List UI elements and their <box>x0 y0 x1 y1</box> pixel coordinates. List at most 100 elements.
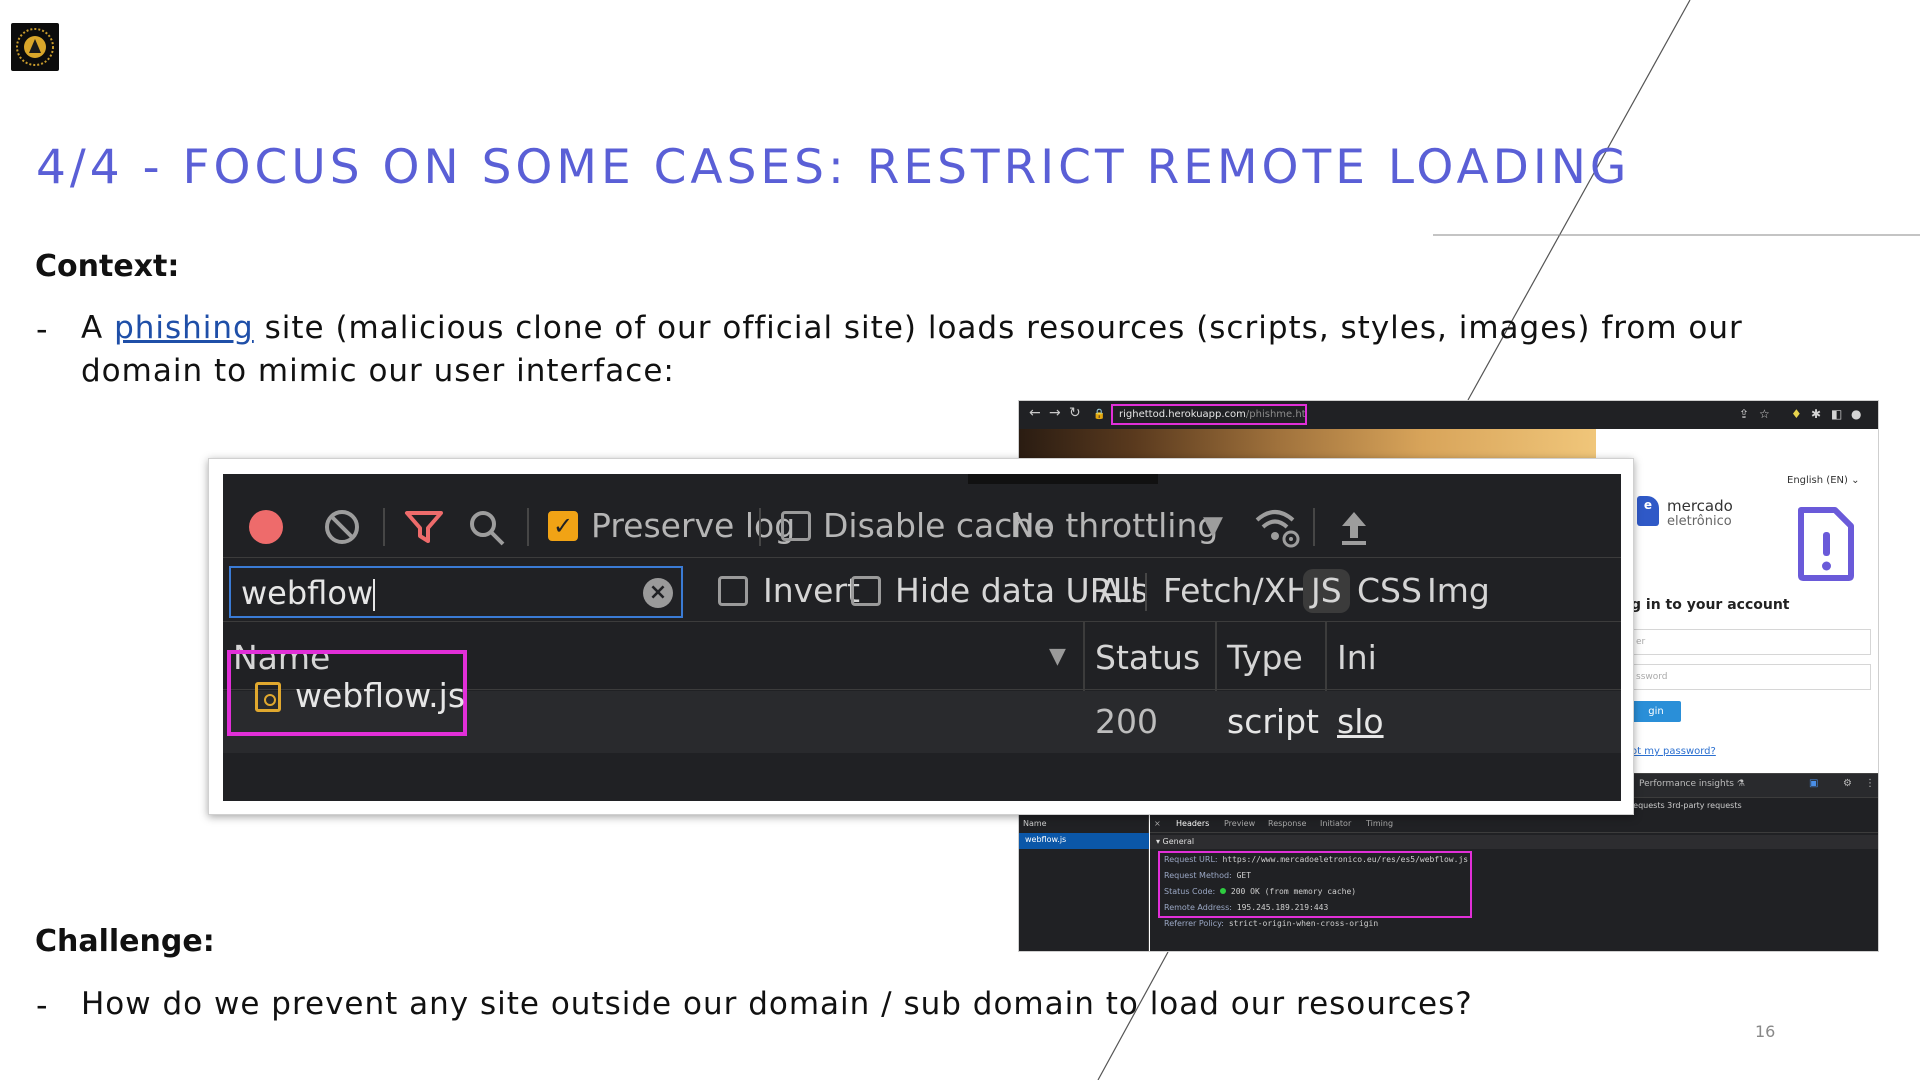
panel-drag-handle <box>968 474 1158 484</box>
row-status: 200 <box>1095 702 1158 741</box>
row-initiator[interactable]: slo <box>1337 702 1384 742</box>
column-header-initiator[interactable]: Ini <box>1337 638 1377 678</box>
context-line-2: domain to mimic our user interface: <box>81 353 675 389</box>
share-icon: ⇪ <box>1739 407 1750 421</box>
devtools-name-header: Name <box>1023 819 1047 828</box>
context-line-1: A phishing site (malicious clone of our … <box>81 307 1781 350</box>
request-url-label: Request URL: <box>1164 855 1218 864</box>
filter-icon[interactable] <box>403 508 445 546</box>
network-toolbar: ✓ Preserve log Disable cache No throttli… <box>223 484 1621 558</box>
tab-initiator: Initiator <box>1320 819 1352 828</box>
text-caret <box>373 579 376 611</box>
selected-request-name: webflow.js <box>1025 835 1067 844</box>
star-icon: ☆ <box>1759 407 1770 421</box>
company-logo <box>11 23 59 71</box>
toolbar-separator <box>527 508 529 546</box>
network-conditions-icon[interactable] <box>1253 506 1303 550</box>
invert-label: Invert <box>763 571 860 610</box>
phishing-link[interactable]: phishing <box>114 310 254 346</box>
network-filter-bar: webflow × Invert Hide data URLs All Fetc… <box>223 558 1621 622</box>
toolbar-separator <box>1313 508 1315 546</box>
column-header-type[interactable]: Type <box>1227 638 1303 678</box>
request-method-line: Request Method: GET <box>1164 871 1251 881</box>
reload-icon: ↻ <box>1069 405 1081 421</box>
url-path: /phishme.html <box>1245 409 1306 420</box>
filter-separator <box>1145 573 1147 611</box>
login-title: g in to your account <box>1631 597 1790 613</box>
language-selector: English (EN) ⌄ <box>1787 475 1860 486</box>
filter-input[interactable]: webflow × <box>229 566 683 618</box>
type-filter-all[interactable]: All <box>1099 571 1140 611</box>
status-code-line: Status Code: 200 OK (from memory cache) <box>1164 887 1356 897</box>
sort-down-icon[interactable]: ▼ <box>1049 644 1066 669</box>
back-arrow-icon: ← <box>1029 405 1041 421</box>
context-heading: Context: <box>35 249 180 284</box>
throttling-select[interactable]: No throttling <box>1010 506 1218 546</box>
hero-photo <box>1019 429 1596 461</box>
request-url-line: Request URL: https://www.mercadoeletroni… <box>1164 855 1468 865</box>
profile-icon: ● <box>1851 407 1862 421</box>
lock-icon: 🔒 <box>1093 409 1106 420</box>
url-host: righettod.herokuapp.com <box>1119 409 1246 420</box>
context-pre: A <box>81 310 115 346</box>
referrer-policy-label: Referrer Policy: <box>1164 919 1224 928</box>
status-code-label: Status Code: <box>1164 887 1216 896</box>
type-filter-js[interactable]: JS <box>1303 569 1350 613</box>
toolbar-separator <box>759 508 761 546</box>
column-header-status[interactable]: Status <box>1095 638 1200 678</box>
network-panel: ✓ Preserve log Disable cache No throttli… <box>223 474 1621 801</box>
clear-filter-icon[interactable]: × <box>643 578 673 608</box>
upload-icon[interactable] <box>1336 508 1372 548</box>
tab-response: Response <box>1268 819 1307 828</box>
extension-icon: ♦ <box>1791 407 1802 421</box>
forgot-password-link: ot my password? <box>1631 746 1716 757</box>
challenge-bullet-dash: - <box>36 986 48 1024</box>
preserve-log-checkbox[interactable]: ✓ <box>548 511 578 541</box>
webflow-file-highlight: webflow.js <box>227 650 467 736</box>
challenge-heading: Challenge: <box>35 924 215 959</box>
network-panel-zoom: ✓ Preserve log Disable cache No throttli… <box>208 458 1634 815</box>
search-icon[interactable] <box>467 508 507 548</box>
status-code-value: 200 OK (from memory cache) <box>1230 887 1357 896</box>
row-type: script <box>1227 702 1319 741</box>
browser-toolbar: ← → ↻ 🔒 righettod.herokuapp.com/phishme.… <box>1019 401 1878 429</box>
devtools-detail-tabs: × Headers Preview Response Initiator Tim… <box>1150 815 1878 833</box>
triangle-down-icon[interactable]: ▼ <box>1203 506 1223 546</box>
row-name: webflow.js <box>295 676 466 715</box>
login-button: gin <box>1631 701 1681 722</box>
tab-preview: Preview <box>1224 819 1256 828</box>
invert-checkbox[interactable] <box>718 576 748 606</box>
preserve-log-label: Preserve log <box>591 506 796 545</box>
brand-subname: eletrônico <box>1667 514 1732 529</box>
password-input: ssword <box>1631 664 1871 690</box>
sidebar-icon: ◧ <box>1831 407 1843 421</box>
referrer-policy-value: strict-origin-when-cross-origin <box>1228 919 1379 928</box>
general-section-header: ▾ General <box>1150 835 1878 849</box>
referrer-policy-line: Referrer Policy: strict-origin-when-cros… <box>1164 919 1378 929</box>
hide-data-urls-checkbox[interactable] <box>851 576 881 606</box>
filter-text: webflow <box>241 574 374 612</box>
type-filter-img[interactable]: Img <box>1427 571 1490 611</box>
settings-gear-icon: ⚙ <box>1843 778 1852 789</box>
clear-icon[interactable] <box>323 508 361 546</box>
brand-name: mercado <box>1667 497 1733 515</box>
more-options-icon: ⋮ <box>1865 778 1875 789</box>
context-line-1-rest: site (malicious clone of our official si… <box>253 310 1743 346</box>
filter-input-value: webflow <box>241 574 376 612</box>
request-method-label: Request Method: <box>1164 871 1232 880</box>
username-input: er <box>1631 629 1871 655</box>
remote-address-line: Remote Address: 195.245.189.219:443 <box>1164 903 1328 913</box>
type-filter-css[interactable]: CSS <box>1357 571 1422 611</box>
address-bar-highlight: righettod.herokuapp.com/phishme.html <box>1111 404 1307 425</box>
slide-title: 4/4 - FOCUS ON SOME CASES: RESTRICT REMO… <box>36 140 1631 195</box>
request-method-value: GET <box>1236 871 1252 880</box>
issues-icon: ▣ <box>1809 778 1819 789</box>
disable-cache-checkbox[interactable] <box>781 511 811 541</box>
performance-insights-tab: Performance insights ⚗ <box>1639 779 1745 789</box>
challenge-text: How do we prevent any site outside our d… <box>81 986 1473 1022</box>
record-icon[interactable] <box>249 510 283 544</box>
table-row-empty <box>223 753 1621 801</box>
devtools-top-bar: Performance insights ⚗ ▣ ⚙ ⋮ <box>1629 773 1878 797</box>
script-file-icon <box>255 682 281 712</box>
close-details-icon: × <box>1154 819 1161 828</box>
